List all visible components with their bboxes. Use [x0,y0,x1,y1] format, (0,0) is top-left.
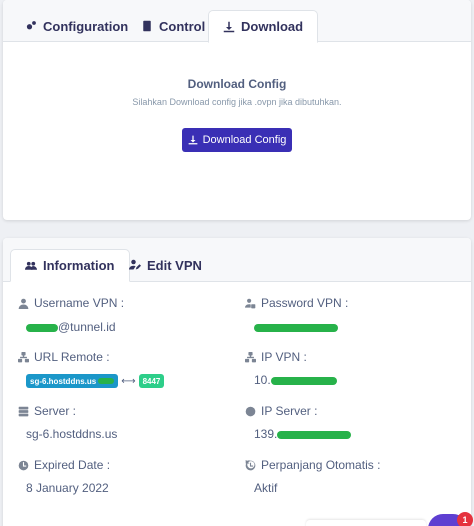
server-icon [18,406,29,416]
download-config-button[interactable]: Download Config [182,128,292,152]
download-config-title: Download Config [187,77,287,91]
tab-configuration[interactable]: Configuration [11,10,142,42]
tab-information-label: Information [43,258,115,273]
server-value: sg-6.hostddns.us [26,427,118,441]
user-lock-icon [245,298,256,308]
url-remote-label: URL Remote : [18,350,110,364]
user-icon [18,298,29,309]
username-redaction [26,323,58,332]
building-icon [143,20,151,32]
ip-server-label: IP Server : [245,404,317,418]
clock-icon [18,460,29,470]
url-remote-value: sg-6.hostddns.us ⟷ 8447 [26,374,165,388]
url-remote-redaction [98,378,115,384]
ip-vpn-value: 10. [254,373,337,387]
download-config-button-label: Download Config [202,134,287,146]
auto-renew-label: Perpanjang Otomatis : [245,458,380,472]
auto-renew-value: Aktif [254,481,278,495]
bottom-tabbar: Information Edit VPN [3,238,471,282]
password-value [254,320,338,334]
tab-control-label: Control [159,18,206,34]
globe-icon [245,406,256,416]
download-icon [223,21,235,32]
download-card: Configuration Control Download Download … [3,0,471,220]
password-label: Password VPN : [245,296,348,310]
url-remote-port-pill: 8447 [138,374,165,388]
password-redaction [254,323,338,332]
notification-badge: 1 [457,512,473,526]
ip-vpn-label: IP VPN : [245,350,307,364]
network-icon [18,351,29,362]
tab-download-label: Download [241,19,304,34]
username-label: Username VPN : [18,296,124,310]
ip-vpn-redaction [270,376,337,385]
history-icon [245,459,256,470]
top-tabbar: Configuration Control Download [3,0,471,43]
network-icon [245,351,256,362]
double-arrow-icon: ⟷ [121,375,136,387]
download-config-subtitle: Silahkan Download config jika .ovpn jika… [132,97,342,107]
url-remote-host-pill: sg-6.hostddns.us [26,374,119,388]
server-label: Server : [18,404,76,418]
user-edit-icon [129,259,141,270]
ip-server-value: 139. [254,427,352,441]
tab-download[interactable]: Download [208,10,319,43]
tab-configuration-label: Configuration [43,18,129,34]
download-icon [188,135,197,145]
users-icon [25,261,37,270]
tab-information[interactable]: Information [10,249,130,282]
tab-edit-vpn[interactable]: Edit VPN [115,249,216,281]
bottom-panel-edge [306,520,426,526]
tab-control[interactable]: Control [127,10,219,42]
expired-date-value: 8 January 2022 [26,481,109,495]
tab-edit-vpn-label: Edit VPN [147,257,202,273]
expired-date-label: Expired Date : [18,458,110,472]
ip-server-redaction [277,430,352,439]
username-value: @tunnel.id [26,320,116,334]
gears-icon [26,21,36,30]
